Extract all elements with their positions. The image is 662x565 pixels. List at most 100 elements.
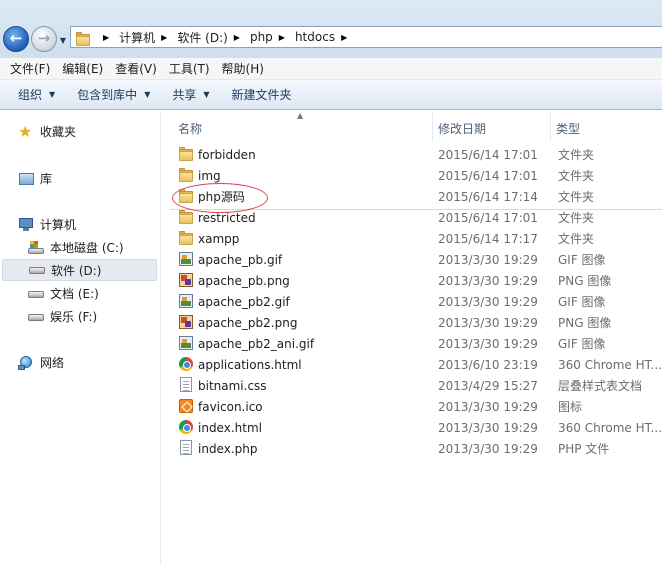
file-type: 360 Chrome HT... [558,357,662,372]
file-name: bitnami.css [198,378,267,393]
file-row[interactable]: apache_pb2.gif 2013/3/30 19:29 GIF 图像 [172,291,662,312]
caret-down-icon: ▼ [49,90,56,99]
file-row[interactable]: xampp 2015/6/14 17:17 文件夹 [172,228,662,249]
file-type: PNG 图像 [558,274,612,288]
file-row[interactable]: apache_pb.gif 2013/3/30 19:29 GIF 图像 [172,249,662,270]
address-bar[interactable]: ▶ 计算机 ▶ 软件 (D:) ▶ php ▶ htdocs ▶ [70,26,662,48]
file-row[interactable]: restricted 2015/6/14 17:01 文件夹 [172,207,662,228]
nav-drive-e[interactable]: 文档 (E:) [28,285,99,302]
new-folder-label: 新建文件夹 [231,88,292,102]
new-folder-button[interactable]: 新建文件夹 [224,86,300,103]
breadcrumb-htdocs[interactable]: htdocs [295,30,335,44]
file-row[interactable]: img 2015/6/14 17:01 文件夹 [172,165,662,186]
organize-label: 组织 [18,88,43,102]
file-row[interactable]: bitnami.css 2013/4/29 15:27 层叠样式表文档 [172,375,662,396]
chevron-right-icon[interactable]: ▶ [161,33,167,42]
breadcrumb-php[interactable]: php [250,30,273,44]
nav-libraries[interactable]: 库 [18,170,52,187]
ico-file-icon [178,398,194,414]
file-row[interactable]: apache_pb2_ani.gif 2013/3/30 19:29 GIF 图像 [172,333,662,354]
drive-icon [28,309,45,325]
breadcrumb-computer[interactable]: 计算机 [119,29,155,46]
file-type: GIF 图像 [558,295,606,309]
nav-computer-label: 计算机 [40,218,77,232]
file-row[interactable]: php源码 2015/6/14 17:14 文件夹 [172,186,662,207]
nav-network[interactable]: 网络 [18,354,64,371]
file-modified-date: 2015/6/14 17:01 [438,210,538,225]
library-icon [18,171,35,187]
file-name: index.php [198,441,258,456]
row-hover-outline [170,209,662,210]
chevron-right-icon[interactable]: ▶ [234,33,240,42]
nav-libraries-label: 库 [40,172,53,186]
nav-favorites[interactable]: ★ 收藏夹 [18,123,76,140]
nav-drive-f-label: 娱乐 (F:) [50,310,98,324]
file-modified-date: 2013/3/30 19:29 [438,336,538,351]
nav-drive-d[interactable]: 软件 (D:) [2,259,157,281]
recent-pages-dropdown[interactable]: ▼ [58,36,68,46]
file-type: GIF 图像 [558,337,606,351]
gif-image-icon [178,251,194,267]
column-date-header[interactable]: 修改日期 [432,115,550,141]
menu-edit[interactable]: 编辑(E) [56,59,109,79]
document-icon [178,440,194,456]
file-row[interactable]: apache_pb.png 2013/3/30 19:29 PNG 图像 [172,270,662,291]
nav-computer[interactable]: 计算机 [18,216,76,233]
menu-file[interactable]: 文件(F) [4,59,56,79]
file-row[interactable]: index.html 2013/3/30 19:29 360 Chrome HT..… [172,417,662,438]
caret-down-icon: ▼ [144,90,151,99]
nav-drive-f[interactable]: 娱乐 (F:) [28,308,97,325]
file-name: restricted [198,210,256,225]
file-row[interactable]: apache_pb2.png 2013/3/30 19:29 PNG 图像 [172,312,662,333]
chevron-right-icon[interactable]: ▶ [103,33,109,42]
include-in-library-button[interactable]: 包含到库中 ▼ [69,86,158,103]
chevron-right-icon[interactable]: ▶ [341,33,347,42]
column-name-header[interactable]: 名称 [172,115,434,141]
file-type: 图标 [558,400,583,414]
file-modified-date: 2015/6/14 17:14 [438,189,538,204]
menu-view[interactable]: 查看(V) [109,59,163,79]
menu-help[interactable]: 帮助(H) [216,59,270,79]
file-name: apache_pb.gif [198,252,283,267]
file-name: apache_pb2_ani.gif [198,336,315,351]
file-row[interactable]: forbidden 2015/6/14 17:01 文件夹 [172,144,662,165]
file-modified-date: 2013/3/30 19:29 [438,441,538,456]
menu-tools[interactable]: 工具(T) [163,59,216,79]
back-button[interactable]: ← [3,26,29,52]
file-modified-date: 2013/3/30 19:29 [438,252,538,267]
organize-button[interactable]: 组织 ▼ [10,86,63,103]
file-modified-date: 2013/3/30 19:29 [438,294,538,309]
file-name: forbidden [198,147,256,162]
png-image-icon [178,272,194,288]
navigation-pane: ★ 收藏夹 库 计算机 本地磁盘 (C:) 软件 (D:) 文档 (E:) 娱乐… [0,111,161,565]
file-type: GIF 图像 [558,253,606,267]
nav-drive-c[interactable]: 本地磁盘 (C:) [28,239,124,256]
file-row[interactable]: favicon.ico 2013/3/30 19:29 图标 [172,396,662,417]
document-icon [178,377,194,393]
folder-icon [178,230,194,246]
file-name: img [198,168,221,183]
file-modified-date: 2015/6/14 17:17 [438,231,538,246]
share-button[interactable]: 共享 ▼ [164,86,217,103]
nav-drive-c-label: 本地磁盘 (C:) [50,241,124,255]
file-modified-date: 2015/6/14 17:01 [438,168,538,183]
file-row[interactable]: index.php 2013/3/30 19:29 PHP 文件 [172,438,662,459]
forward-button[interactable]: → [31,26,57,52]
file-name: index.html [198,420,262,435]
file-type: 360 Chrome HT... [558,420,662,435]
breadcrumb-drive-d[interactable]: 软件 (D:) [177,29,227,46]
file-type: 文件夹 [558,148,595,162]
file-row[interactable]: applications.html 2013/6/10 23:19 360 Chro… [172,354,662,375]
file-type: PNG 图像 [558,316,612,330]
drive-icon [29,262,46,278]
file-type: 层叠样式表文档 [558,379,643,393]
windows-drive-icon [28,240,45,256]
file-type: 文件夹 [558,232,595,246]
chrome-html-icon [178,419,194,435]
chevron-right-icon[interactable]: ▶ [279,33,285,42]
file-modified-date: 2013/6/10 23:19 [438,357,538,372]
column-type-header[interactable]: 类型 [550,115,662,141]
file-type: 文件夹 [558,211,595,225]
column-name-label: 名称 [178,121,203,136]
file-name: php源码 [198,190,245,204]
